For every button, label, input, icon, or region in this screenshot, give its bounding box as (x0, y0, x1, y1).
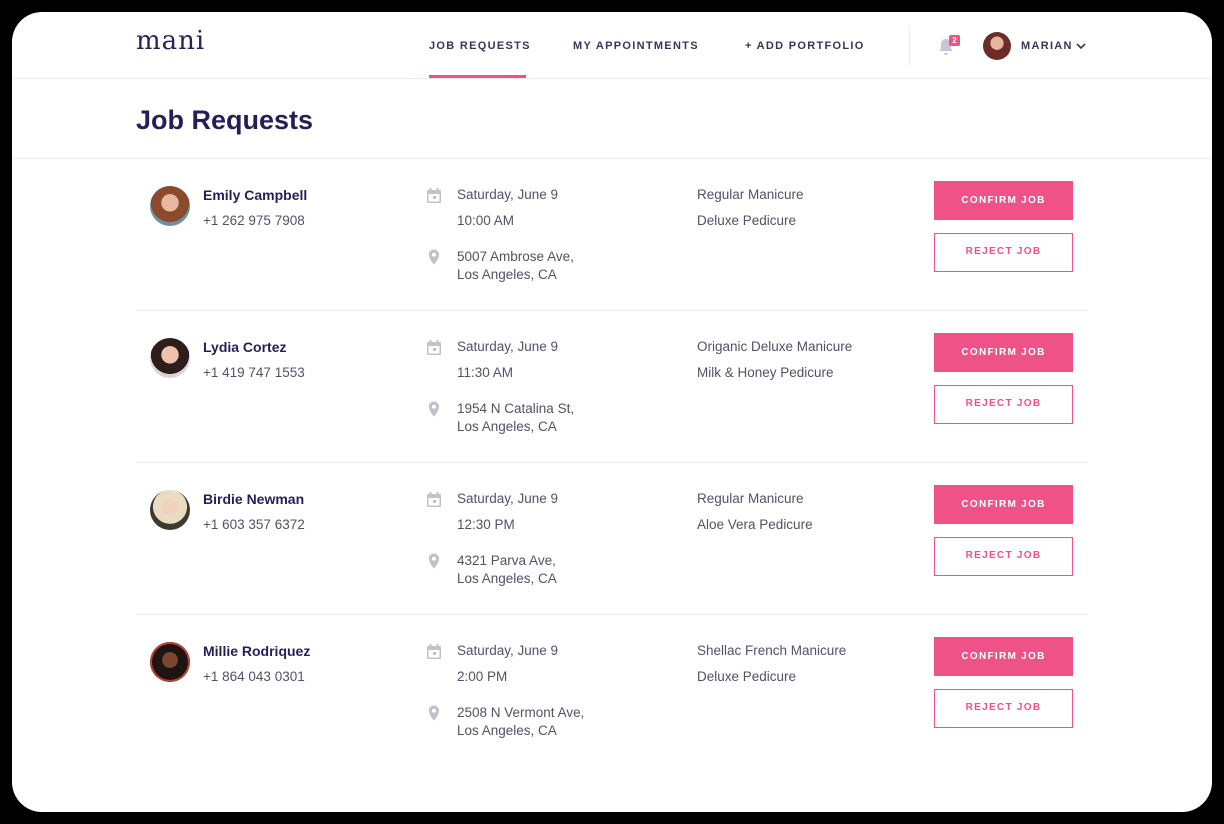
app-logo[interactable]: mani (136, 26, 205, 56)
avatar (150, 490, 190, 530)
reject-job-button[interactable]: REJECT JOB (934, 385, 1073, 424)
client-phone: +1 419 747 1553 (203, 365, 305, 380)
app-window: mani JOB REQUESTS MY APPOINTMENTS + ADD … (12, 12, 1212, 812)
location-pin-icon (428, 705, 440, 721)
job-time: 10:00 AM (457, 213, 515, 228)
service-item: Regular Manicure (697, 187, 804, 202)
avatar (150, 338, 190, 378)
avatar (150, 642, 190, 682)
calendar-icon (427, 492, 441, 507)
page-title: Job Requests (136, 105, 314, 135)
service-item: Milk & Honey Pedicure (697, 365, 834, 380)
nav-my-appointments[interactable]: MY APPOINTMENTS (573, 40, 699, 52)
job-address-line1: 4321 Parva Ave, (457, 553, 556, 568)
service-item: Shellac French Manicure (697, 643, 847, 658)
avatar (983, 32, 1011, 60)
reject-job-button[interactable]: REJECT JOB (934, 689, 1073, 728)
job-date: Saturday, June 9 (457, 491, 559, 506)
job-address-line2: Los Angeles, CA (457, 571, 557, 586)
job-date: Saturday, June 9 (457, 187, 559, 202)
client-name: Lydia Cortez (203, 339, 287, 355)
notification-count-badge: 2 (949, 35, 960, 46)
client-phone: +1 262 975 7908 (203, 213, 305, 228)
job-address-line2: Los Angeles, CA (457, 267, 557, 282)
confirm-job-button[interactable]: CONFIRM JOB (934, 485, 1073, 524)
job-time: 11:30 AM (457, 365, 514, 380)
job-address-line1: 1954 N Catalina St, (457, 401, 575, 416)
job-time: 12:30 PM (457, 517, 515, 532)
location-pin-icon (428, 553, 440, 569)
confirm-job-button[interactable]: CONFIRM JOB (934, 181, 1073, 220)
job-request-row: Birdie Newman +1 603 357 6372 Saturday, … (136, 463, 1088, 615)
service-item: Aloe Vera Pedicure (697, 517, 813, 532)
job-date: Saturday, June 9 (457, 643, 559, 658)
client-name: Emily Campbell (203, 187, 308, 203)
calendar-icon (427, 188, 441, 203)
avatar (150, 186, 190, 226)
service-item: Origanic Deluxe Manicure (697, 339, 853, 354)
nav-divider (909, 27, 910, 65)
service-item: Regular Manicure (697, 491, 804, 506)
job-address-line1: 5007 Ambrose Ave, (457, 249, 574, 264)
reject-job-button[interactable]: REJECT JOB (934, 233, 1073, 272)
user-name: MARIAN (1021, 40, 1073, 52)
page-header: Job Requests (12, 79, 1212, 159)
client-name: Birdie Newman (203, 491, 305, 507)
service-item: Deluxe Pedicure (697, 669, 797, 684)
confirm-job-button[interactable]: CONFIRM JOB (934, 333, 1073, 372)
chevron-down-icon (1076, 43, 1086, 50)
client-phone: +1 603 357 6372 (203, 517, 305, 532)
job-request-row: Lydia Cortez +1 419 747 1553 Saturday, J… (136, 311, 1088, 463)
reject-job-button[interactable]: REJECT JOB (934, 537, 1073, 576)
client-phone: +1 864 043 0301 (203, 669, 305, 684)
client-name: Millie Rodriquez (203, 643, 311, 659)
nav-active-indicator (429, 75, 526, 78)
job-request-row: Millie Rodriquez +1 864 043 0301 Saturda… (136, 615, 1088, 767)
job-address-line2: Los Angeles, CA (457, 419, 557, 434)
nav-job-requests[interactable]: JOB REQUESTS (429, 40, 531, 52)
confirm-job-button[interactable]: CONFIRM JOB (934, 637, 1073, 676)
job-time: 2:00 PM (457, 669, 508, 684)
job-address-line1: 2508 N Vermont Ave, (457, 705, 585, 720)
location-pin-icon (428, 249, 440, 265)
top-navigation: mani JOB REQUESTS MY APPOINTMENTS + ADD … (12, 12, 1212, 79)
notifications-button[interactable]: 2 (937, 35, 960, 59)
job-address-line2: Los Angeles, CA (457, 723, 557, 738)
nav-add-portfolio[interactable]: + ADD PORTFOLIO (745, 40, 865, 52)
service-item: Deluxe Pedicure (697, 213, 797, 228)
calendar-icon (427, 644, 441, 659)
job-request-row: Emily Campbell +1 262 975 7908 Saturday,… (136, 159, 1088, 311)
location-pin-icon (428, 401, 440, 417)
job-date: Saturday, June 9 (457, 339, 559, 354)
calendar-icon (427, 340, 441, 355)
